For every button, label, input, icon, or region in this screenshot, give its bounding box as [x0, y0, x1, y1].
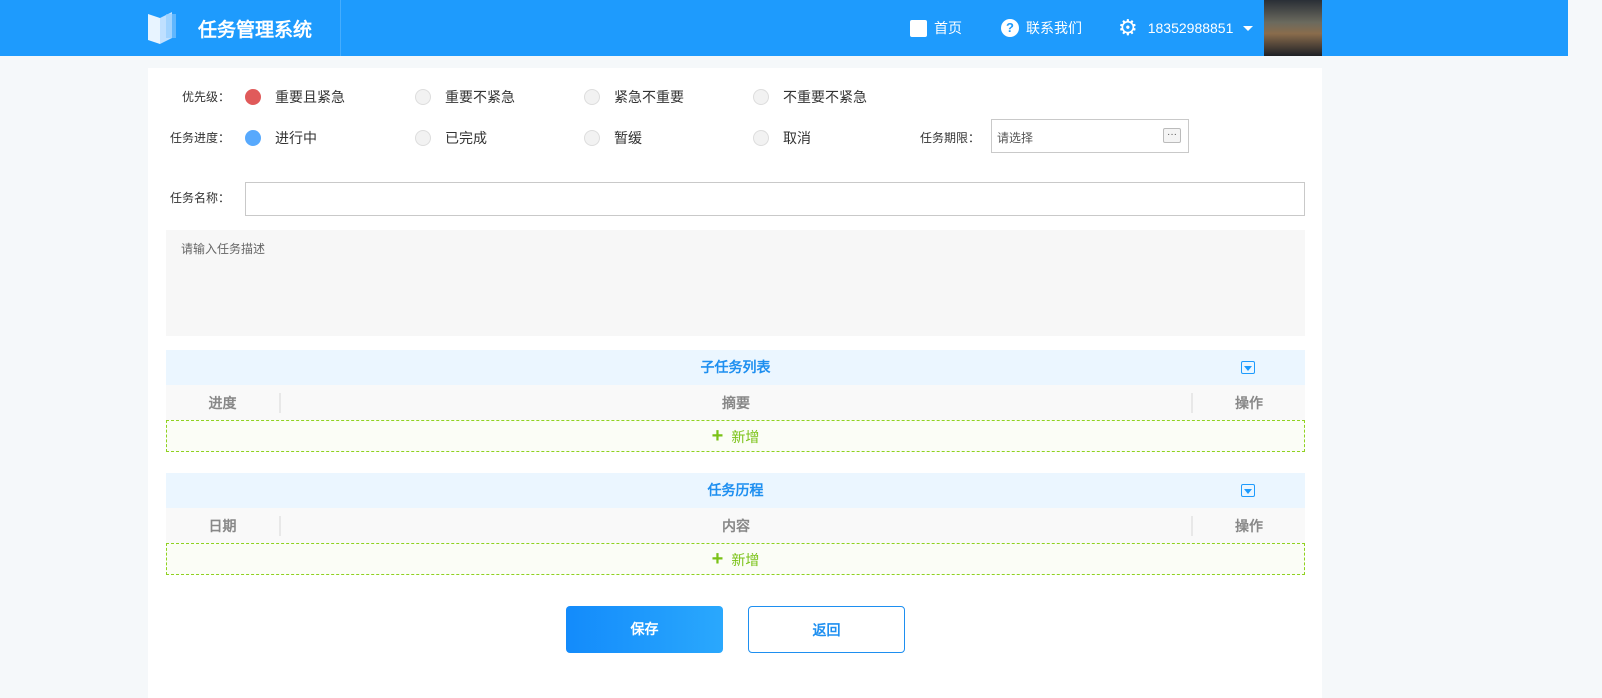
radio-icon — [753, 89, 769, 105]
radio-icon — [415, 130, 431, 146]
priority-option[interactable]: 不重要不紧急 — [753, 87, 867, 107]
app-title: 任务管理系统 — [198, 20, 313, 41]
chevron-down-icon — [1243, 25, 1254, 31]
username: 18352988851 — [1147, 20, 1234, 36]
deadline-picker[interactable]: 请选择 ··· — [991, 119, 1189, 153]
book-logo-icon — [148, 12, 176, 44]
priority-label: 优先级： — [181, 90, 230, 104]
add-history-button[interactable]: + 新增 — [166, 543, 1305, 575]
back-button[interactable]: 返回 — [748, 606, 905, 653]
add-label: 新增 — [731, 429, 760, 445]
task-name-input[interactable] — [245, 182, 1305, 216]
progress-option[interactable]: 取消 — [753, 128, 811, 148]
collapse-toggle-icon[interactable] — [1241, 484, 1255, 497]
task-description-input[interactable]: 请输入任务描述 — [166, 230, 1305, 336]
subtask-columns: 进度 摘要 操作 — [166, 385, 1305, 420]
deadline-placeholder: 请选择 — [997, 131, 1034, 145]
progress-label: 任务进度： — [169, 131, 230, 145]
divider — [340, 0, 341, 56]
nav-home-label: 首页 — [934, 20, 962, 36]
deadline-label: 任务期限： — [919, 131, 980, 145]
gear-icon: ⚙ — [1118, 15, 1138, 40]
column-header: 进度 — [166, 392, 281, 413]
radio-icon — [245, 130, 261, 146]
option-label: 不重要不紧急 — [783, 89, 867, 105]
radio-icon — [245, 89, 261, 105]
history-columns: 日期 内容 操作 — [166, 508, 1305, 543]
column-header: 内容 — [281, 515, 1193, 536]
radio-icon — [415, 89, 431, 105]
section-title: 子任务列表 — [700, 359, 771, 375]
radio-icon — [584, 130, 600, 146]
option-label: 进行中 — [275, 130, 317, 146]
add-label: 新增 — [731, 552, 760, 568]
column-header: 摘要 — [281, 392, 1193, 413]
column-header: 操作 — [1235, 394, 1263, 411]
question-icon: ? — [1001, 19, 1019, 37]
column-header: 日期 — [166, 515, 281, 536]
option-label: 暂缓 — [614, 130, 642, 146]
plus-icon: + — [711, 425, 724, 447]
nav-home[interactable]: 首页 — [910, 0, 962, 56]
history-section: 任务历程 日期 内容 操作 + 新增 — [166, 473, 1305, 575]
section-title: 任务历程 — [707, 482, 764, 498]
task-form: 优先级： 重要且紧急 重要不紧急 紧急不重要 不重要不紧急 任务进度： 进行中 … — [148, 68, 1322, 698]
save-button[interactable]: 保存 — [566, 606, 723, 653]
progress-option[interactable]: 暂缓 — [584, 128, 642, 148]
collapse-toggle-icon[interactable] — [1241, 361, 1255, 374]
option-label: 取消 — [783, 130, 811, 146]
priority-option[interactable]: 紧急不重要 — [584, 87, 684, 107]
name-label: 任务名称： — [169, 191, 230, 205]
option-label: 已完成 — [445, 130, 487, 146]
option-label: 紧急不重要 — [614, 89, 684, 105]
subtask-header: 子任务列表 — [166, 350, 1305, 385]
top-bar: 任务管理系统 首页 ? 联系我们 ⚙ 18352988851 — [0, 0, 1568, 56]
more-button[interactable]: ··· — [1163, 128, 1181, 143]
nav-contact[interactable]: ? 联系我们 — [1001, 0, 1082, 56]
subtask-section: 子任务列表 进度 摘要 操作 + 新增 — [166, 350, 1305, 452]
checklist-icon — [910, 19, 927, 37]
option-label: 重要不紧急 — [445, 89, 515, 105]
progress-option[interactable]: 进行中 — [245, 128, 317, 148]
priority-option[interactable]: 重要不紧急 — [415, 87, 515, 107]
radio-icon — [753, 130, 769, 146]
column-header: 操作 — [1235, 517, 1263, 534]
history-header: 任务历程 — [166, 473, 1305, 508]
nav-contact-label: 联系我们 — [1026, 20, 1082, 36]
progress-option[interactable]: 已完成 — [415, 128, 487, 148]
radio-icon — [584, 89, 600, 105]
option-label: 重要且紧急 — [275, 89, 345, 105]
user-menu[interactable]: ⚙ 18352988851 — [1118, 0, 1254, 56]
priority-option[interactable]: 重要且紧急 — [245, 87, 345, 107]
add-subtask-button[interactable]: + 新增 — [166, 420, 1305, 452]
plus-icon: + — [711, 548, 724, 570]
avatar[interactable] — [1264, 0, 1322, 56]
